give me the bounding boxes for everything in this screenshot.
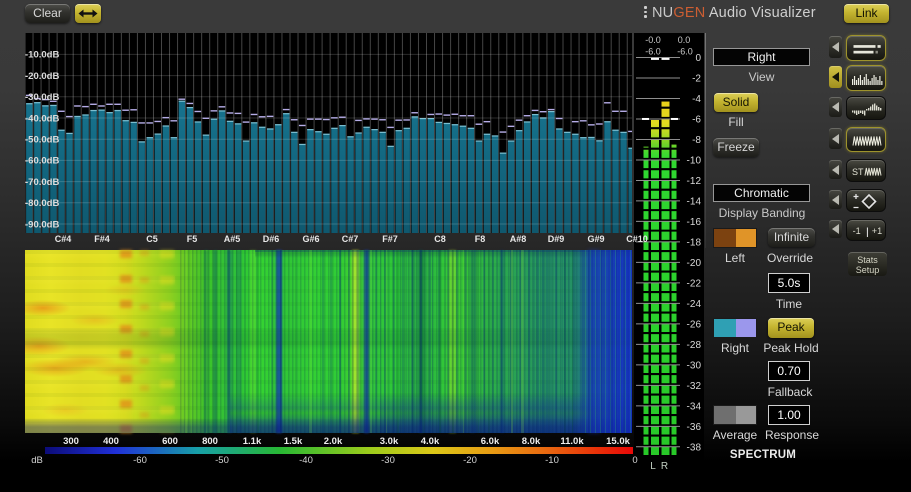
- svg-text:0.0: 0.0: [678, 35, 691, 45]
- svg-text:|: |: [866, 226, 869, 238]
- svg-text:-50.0dB: -50.0dB: [25, 135, 59, 146]
- svg-text:-28: -28: [687, 340, 702, 351]
- svg-text:-60.0dB: -60.0dB: [25, 156, 59, 167]
- svg-text:-80.0dB: -80.0dB: [25, 198, 59, 209]
- svg-text:-16: -16: [687, 217, 702, 228]
- svg-text:-12: -12: [687, 176, 702, 187]
- svg-text:-24: -24: [687, 299, 702, 310]
- svg-text:-20.0dB: -20.0dB: [25, 71, 59, 82]
- svg-text:-4: -4: [692, 94, 701, 105]
- svg-text:-34: -34: [687, 401, 702, 412]
- svg-text:-8: -8: [692, 135, 701, 146]
- svg-text:-36: -36: [687, 422, 702, 433]
- svg-text:-10.0dB: -10.0dB: [25, 50, 59, 61]
- svg-text:-26: -26: [687, 319, 702, 330]
- svg-text:-1: -1: [853, 226, 861, 236]
- svg-text:-70.0dB: -70.0dB: [25, 177, 59, 188]
- svg-text:-14: -14: [687, 197, 702, 208]
- svg-text:-30.0dB: -30.0dB: [25, 92, 59, 103]
- svg-text:-0.0: -0.0: [645, 35, 661, 45]
- svg-text:-22: -22: [687, 278, 702, 289]
- svg-text:-6: -6: [692, 115, 701, 126]
- svg-text:-30: -30: [687, 360, 702, 371]
- svg-text:ST: ST: [852, 167, 864, 177]
- svg-text:0: 0: [695, 53, 701, 64]
- svg-text:-6.0: -6.0: [677, 47, 693, 57]
- svg-text:-32: -32: [687, 381, 702, 392]
- svg-text:-20: -20: [687, 258, 702, 269]
- svg-text:-2: -2: [692, 74, 701, 85]
- svg-text:-6.0: -6.0: [645, 47, 661, 57]
- svg-text:-10: -10: [687, 156, 702, 167]
- svg-text:-90.0dB: -90.0dB: [25, 219, 59, 230]
- svg-text:-38: -38: [687, 442, 702, 453]
- svg-text:+1: +1: [872, 226, 882, 236]
- svg-text:-40.0dB: -40.0dB: [25, 113, 59, 124]
- svg-text:-18: -18: [687, 238, 702, 249]
